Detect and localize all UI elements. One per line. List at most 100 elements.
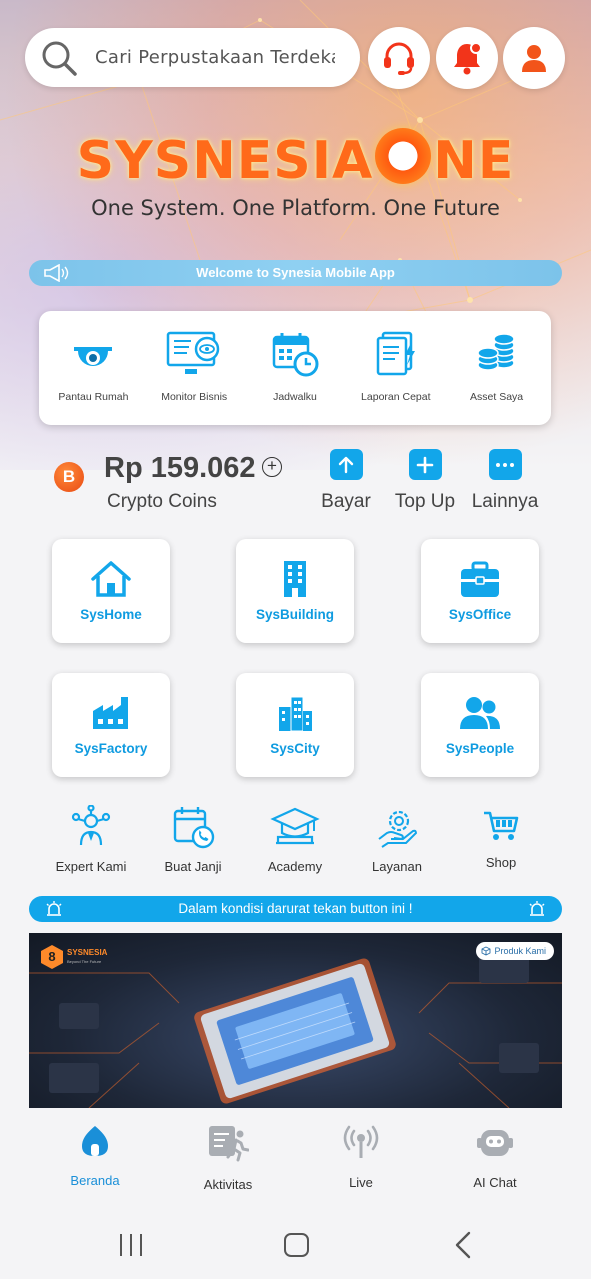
top-up-label: Top Up [394,491,456,512]
nav-live[interactable]: Live [316,1124,406,1190]
box-icon [482,946,491,956]
shortcut-label: Buat Janji [164,859,222,874]
nav-ai-chat[interactable]: AI Chat [450,1124,540,1190]
shortcut-academy[interactable]: Academy [250,805,340,874]
quick-item-monitor-bisnis[interactable]: Monitor Bisnis [144,329,245,425]
profile-button[interactable] [503,27,565,89]
tile-label: SysFactory [74,741,148,756]
headset-icon [384,42,414,75]
nav-aktivitas[interactable]: Aktivitas [183,1124,273,1192]
graduation-cap-icon [270,807,320,845]
nav-label: Aktivitas [203,1177,253,1192]
product-badge[interactable]: Produk Kami [476,942,554,960]
siren-icon [529,901,545,916]
welcome-text: Welcome to Synesia Mobile App [196,265,395,280]
shortcut-buat-janji[interactable]: Buat Janji [148,805,238,874]
quick-item-label: Asset Saya [470,391,524,403]
promo-banner[interactable]: 8 SYSNESIA Beyond The Future Produk Kami [29,933,562,1108]
shortcut-label: Shop [485,855,517,870]
balance-amount: Rp 159.062 [104,452,256,484]
pay-label: Bayar [321,491,371,512]
arrow-up-icon [329,449,363,480]
logo-text-left: SYSNESIA [76,131,374,191]
emergency-banner[interactable]: Dalam kondisi darurat tekan button ini ! [29,896,562,922]
tile-syscity[interactable]: SysCity [236,673,354,777]
brand-tagline: One System. One Platform. One Future [91,196,500,220]
cctv-camera-icon [74,347,113,366]
bitcoin-icon: B [54,462,84,492]
quick-item-label: Laporan Cepat [361,391,431,403]
pay-button[interactable]: Bayar [320,449,372,513]
calendar-clock-icon [272,333,319,377]
brand-logo: SYSNESIA NE [0,128,591,191]
search-bar[interactable] [25,28,360,87]
nav-beranda[interactable]: Beranda [50,1124,140,1188]
add-balance-icon[interactable]: + [262,457,282,477]
quick-menu-card: Pantau Rumah Monitor Bisnis Jadwalku Lap… [39,311,551,425]
home-icon [82,1126,108,1156]
shortcut-layanan[interactable]: Layanan [352,805,442,874]
monitor-eye-icon [166,331,220,374]
quick-item-jadwalku[interactable]: Jadwalku [245,329,346,425]
tile-label: SysHome [80,607,142,622]
nav-label: Live [349,1175,373,1190]
logo-o-mark [375,128,432,184]
promo-brand-name: SYSNESIA [67,948,108,957]
shortcut-label: Expert Kami [55,859,127,874]
recent-apps-icon[interactable] [120,1234,142,1256]
factory-icon [93,697,128,729]
tile-syshome[interactable]: SysHome [52,539,170,643]
more-dots-icon [488,449,522,480]
quick-item-asset-saya[interactable]: Asset Saya [446,329,547,425]
sysnesia-hex-logo: 8 [41,945,63,969]
calendar-phone-icon [173,807,215,849]
cart-icon [484,811,519,840]
logo-text-right: NE [433,131,515,191]
support-button[interactable] [368,27,430,89]
promo-brand: 8 SYSNESIA Beyond The Future [41,945,107,969]
tile-sysfactory[interactable]: SysFactory [52,673,170,777]
system-navigation-bar [0,1213,591,1279]
home-system-icon[interactable] [284,1233,309,1257]
people-icon [460,697,500,729]
more-label: Lainnya [471,491,539,512]
plus-icon [408,449,442,480]
balance-label: Crypto Coins [107,491,217,512]
robot-icon [477,1130,513,1156]
search-input[interactable] [95,47,335,68]
activity-runner-icon [209,1126,249,1162]
more-button[interactable]: Lainnya [470,449,540,513]
search-icon [42,41,77,76]
quick-item-label: Monitor Bisnis [161,391,228,403]
broadcast-icon [343,1125,379,1158]
notification-button[interactable] [436,27,498,89]
shortcut-label: Layanan [372,859,422,874]
building-icon [284,561,306,597]
quick-item-laporan-cepat[interactable]: Laporan Cepat [345,329,446,425]
user-icon [522,45,546,72]
shortcut-label: Academy [267,859,323,874]
expert-network-icon [71,805,111,846]
bottom-navigation: Beranda Aktivitas Live AI Chat [0,1108,591,1213]
tile-sysoffice[interactable]: SysOffice [421,539,539,643]
briefcase-icon [461,561,499,597]
tile-label: SysPeople [445,741,515,756]
city-icon [279,696,312,732]
top-up-button[interactable]: Top Up [393,449,457,513]
promo-brand-sub: Beyond The Future [67,959,102,964]
quick-item-label: Pantau Rumah [58,391,129,403]
house-icon [91,561,131,597]
tile-syspeople[interactable]: SysPeople [421,673,539,777]
tile-label: SysCity [270,741,320,756]
siren-icon [46,901,62,916]
nav-label: Beranda [70,1173,120,1188]
quick-item-pantau-rumah[interactable]: Pantau Rumah [43,329,144,425]
nav-label: AI Chat [473,1175,517,1190]
shortcut-shop[interactable]: Shop [456,805,546,870]
emergency-text: Dalam kondisi darurat tekan button ini ! [178,901,413,916]
shortcut-expert-kami[interactable]: Expert Kami [46,805,136,874]
tile-sysbuilding[interactable]: SysBuilding [236,539,354,643]
back-icon[interactable] [455,1231,471,1259]
tile-label: SysBuilding [255,607,334,622]
product-badge-label: Produk Kami [494,946,546,956]
